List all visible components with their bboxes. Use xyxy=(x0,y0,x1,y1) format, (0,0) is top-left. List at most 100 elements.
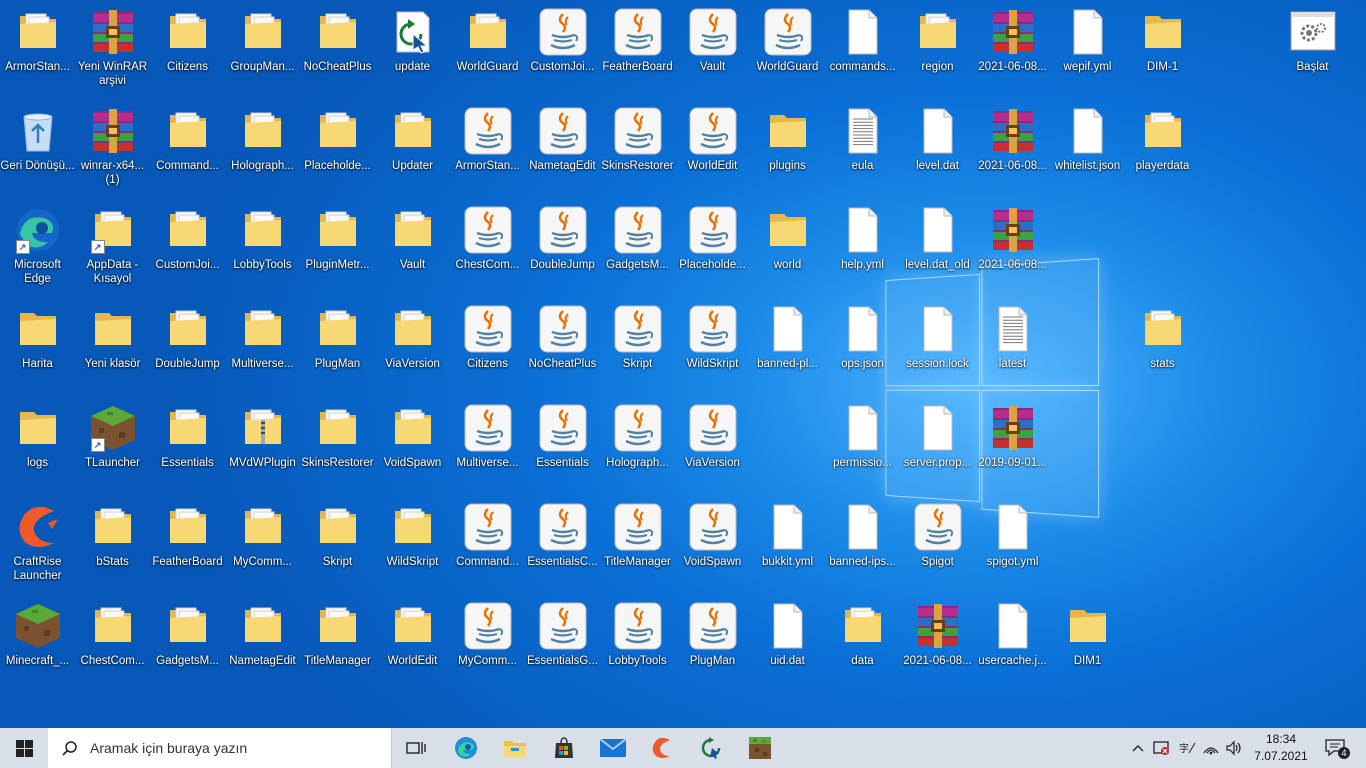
desktop-icon[interactable]: Command... xyxy=(150,101,225,200)
desktop-icon[interactable]: update xyxy=(375,2,450,101)
desktop-icon[interactable]: Placeholde... xyxy=(300,101,375,200)
tray-volume[interactable] xyxy=(1223,728,1245,768)
desktop-icon[interactable]: Vault xyxy=(375,200,450,299)
desktop-icon[interactable]: permissio... xyxy=(825,398,900,497)
desktop-icon[interactable]: session.lock xyxy=(900,299,975,398)
desktop-icon[interactable]: FeatherBoard xyxy=(150,497,225,596)
desktop-icon[interactable]: 2021-06-08... xyxy=(975,2,1050,101)
desktop-icon[interactable]: DoubleJump xyxy=(150,299,225,398)
desktop-icon[interactable]: NametagEdit xyxy=(525,101,600,200)
tray-input-language[interactable]: 字 xyxy=(1176,728,1198,768)
desktop-icon[interactable]: bukkit.yml xyxy=(750,497,825,596)
taskbar-craftrise[interactable] xyxy=(638,728,686,768)
desktop-icon[interactable]: plugins xyxy=(750,101,825,200)
desktop-icon[interactable]: Vault xyxy=(675,2,750,101)
desktop-icon[interactable]: Command... xyxy=(450,497,525,596)
desktop-icon[interactable]: data xyxy=(825,596,900,695)
desktop-icon[interactable]: TitleManager xyxy=(600,497,675,596)
desktop-icon[interactable]: FeatherBoard xyxy=(600,2,675,101)
desktop-icon[interactable]: Skript xyxy=(300,497,375,596)
desktop-icon[interactable]: NametagEdit xyxy=(225,596,300,695)
desktop-icon[interactable]: WildSkript xyxy=(675,299,750,398)
desktop-icon[interactable]: DIM-1 xyxy=(1125,2,1200,101)
desktop-icon[interactable]: CraftRise Launcher xyxy=(0,497,75,596)
desktop-icon[interactable]: NoCheatPlus xyxy=(300,2,375,101)
desktop-icon[interactable]: spigot.yml xyxy=(975,497,1050,596)
desktop-icon[interactable]: WorldGuard xyxy=(450,2,525,101)
desktop-icon[interactable]: Holograph... xyxy=(600,398,675,497)
desktop-icon[interactable]: MyComm... xyxy=(450,596,525,695)
desktop-icon[interactable]: 2021-06-08... xyxy=(975,101,1050,200)
desktop-icon[interactable]: usercache.j... xyxy=(975,596,1050,695)
desktop-icon[interactable]: Spigot xyxy=(900,497,975,596)
desktop-icon[interactable]: playerdata xyxy=(1125,101,1200,200)
desktop-icon[interactable]: SkinsRestorer xyxy=(300,398,375,497)
tray-overflow-button[interactable] xyxy=(1128,728,1148,768)
desktop-icon[interactable]: PluginMetr... xyxy=(300,200,375,299)
clock[interactable]: 18:34 7.07.2021 xyxy=(1252,731,1310,765)
desktop[interactable]: ArmorStan... Yeni WinRAR arşivi Citizens… xyxy=(0,0,1366,728)
desktop-icon[interactable]: DoubleJump xyxy=(525,200,600,299)
desktop-icon[interactable]: help.yml xyxy=(825,200,900,299)
desktop-icon[interactable]: GadgetsM... xyxy=(600,200,675,299)
desktop-icon[interactable]: ↗ Microsoft Edge xyxy=(0,200,75,299)
action-center-button[interactable]: 4 xyxy=(1318,728,1354,768)
desktop-icon[interactable]: VoidSpawn xyxy=(675,497,750,596)
desktop-icon[interactable]: LobbyTools xyxy=(225,200,300,299)
desktop-icon[interactable]: WorldGuard xyxy=(750,2,825,101)
desktop-icon[interactable]: ChestCom... xyxy=(450,200,525,299)
desktop-icon[interactable]: eula xyxy=(825,101,900,200)
search-box[interactable]: Aramak için buraya yazın xyxy=(48,728,392,768)
desktop-icon[interactable]: banned-ips... xyxy=(825,497,900,596)
desktop-icon[interactable]: Citizens xyxy=(450,299,525,398)
desktop-icon[interactable]: SkinsRestorer xyxy=(600,101,675,200)
desktop-icon[interactable]: Placeholde... xyxy=(675,200,750,299)
desktop-icon[interactable]: PlugMan xyxy=(675,596,750,695)
desktop-icon[interactable]: uid.dat xyxy=(750,596,825,695)
desktop-icon[interactable]: WildSkript xyxy=(375,497,450,596)
desktop-icon[interactable]: Multiverse... xyxy=(225,299,300,398)
desktop-icon[interactable]: Essentials xyxy=(150,398,225,497)
desktop-icon[interactable]: world xyxy=(750,200,825,299)
desktop-icon[interactable]: 2021-06-08... xyxy=(975,200,1050,299)
desktop-icon[interactable]: TitleManager xyxy=(300,596,375,695)
desktop-icon[interactable]: Minecraft_... xyxy=(0,596,75,695)
tray-network[interactable] xyxy=(1200,728,1222,768)
desktop-icon[interactable]: logs xyxy=(0,398,75,497)
desktop-icon[interactable]: bStats xyxy=(75,497,150,596)
desktop-icon[interactable]: ArmorStan... xyxy=(0,2,75,101)
desktop-icon[interactable]: Geri Dönüşü... xyxy=(0,101,75,200)
desktop-icon[interactable]: MyComm... xyxy=(225,497,300,596)
desktop-icon[interactable]: EssentialsC... xyxy=(525,497,600,596)
desktop-icon[interactable]: DIM1 xyxy=(1050,596,1125,695)
desktop-icon[interactable]: Citizens xyxy=(150,2,225,101)
desktop-icon[interactable]: 2021-06-08... xyxy=(900,596,975,695)
desktop-icon[interactable]: latest xyxy=(975,299,1050,398)
desktop-icon[interactable]: wepif.yml xyxy=(1050,2,1125,101)
desktop-icon[interactable]: Holograph... xyxy=(225,101,300,200)
desktop-icon[interactable]: region xyxy=(900,2,975,101)
desktop-icon[interactable]: PlugMan xyxy=(300,299,375,398)
desktop-icon[interactable]: Skript xyxy=(600,299,675,398)
desktop-icon[interactable]: level.dat_old xyxy=(900,200,975,299)
desktop-icon[interactable]: Yeni klasör xyxy=(75,299,150,398)
desktop-icon[interactable]: commands... xyxy=(825,2,900,101)
desktop-icon[interactable]: 2019-09-01... xyxy=(975,398,1050,497)
desktop-icon[interactable]: GroupMan... xyxy=(225,2,300,101)
desktop-icon[interactable]: Updater xyxy=(375,101,450,200)
taskbar-store[interactable] xyxy=(540,728,588,768)
desktop-icon[interactable]: LobbyTools xyxy=(600,596,675,695)
desktop-icon[interactable]: CustomJoi... xyxy=(525,2,600,101)
desktop-icon[interactable]: NoCheatPlus xyxy=(525,299,600,398)
taskbar-file-explorer[interactable] xyxy=(491,728,539,768)
desktop-icon[interactable]: ChestCom... xyxy=(75,596,150,695)
desktop-icon[interactable]: whitelist.json xyxy=(1050,101,1125,200)
desktop-icon[interactable]: ↗ AppData - Kısayol xyxy=(75,200,150,299)
desktop-icon[interactable]: ViaVersion xyxy=(375,299,450,398)
desktop-icon[interactable]: Başlat xyxy=(1275,2,1350,101)
desktop-icon[interactable]: ↗ TLauncher xyxy=(75,398,150,497)
desktop-icon[interactable]: stats xyxy=(1125,299,1200,398)
taskbar-minecraft[interactable] xyxy=(736,728,784,768)
desktop-icon[interactable]: winrar-x64... (1) xyxy=(75,101,150,200)
desktop-icon[interactable]: Multiverse... xyxy=(450,398,525,497)
